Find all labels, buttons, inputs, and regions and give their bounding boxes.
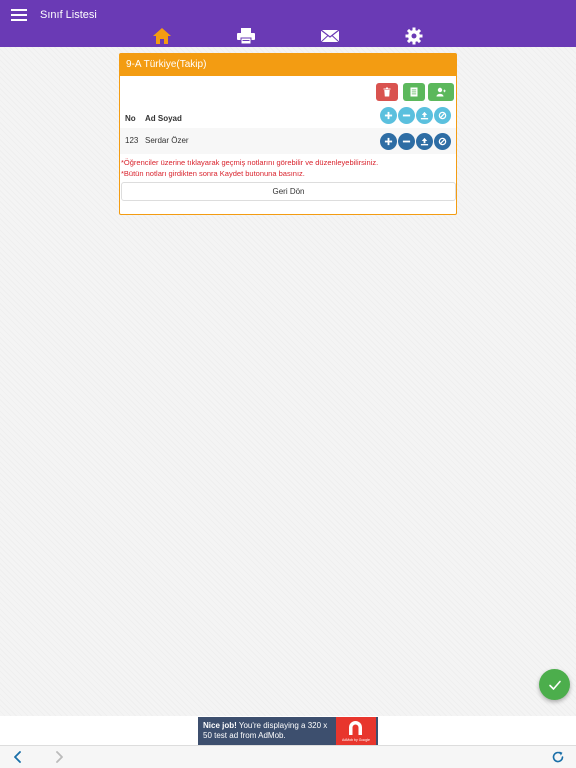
bulk-upload-button[interactable] <box>416 107 433 124</box>
check-icon <box>548 680 561 690</box>
back-nav-button[interactable] <box>11 750 25 764</box>
table-row[interactable]: 123 Serdar Özer <box>120 128 456 154</box>
settings-icon[interactable] <box>404 27 424 45</box>
app-title: Sınıf Listesi <box>40 9 97 21</box>
forward-nav-button[interactable] <box>52 750 66 764</box>
ad-headline: Nice job! <box>203 721 237 730</box>
card-title: 9-A Türkiye(Takip) <box>120 54 456 76</box>
row-upload-button[interactable] <box>416 133 433 150</box>
class-card: 9-A Türkiye(Takip) No Ad Soyad 123 Serda… <box>119 53 457 215</box>
student-number: 123 <box>125 136 139 145</box>
column-header-name: Ad Soyad <box>145 114 182 123</box>
bulk-minus-button[interactable] <box>398 107 415 124</box>
admob-icon <box>349 721 362 735</box>
reload-icon <box>552 751 564 763</box>
home-icon[interactable] <box>152 27 172 45</box>
admob-logo: AdMob by Google <box>336 717 376 745</box>
bulk-ban-button[interactable] <box>434 107 451 124</box>
upload-icon <box>420 111 429 120</box>
upload-icon <box>420 137 429 146</box>
chevron-left-icon <box>14 751 21 763</box>
mail-icon[interactable] <box>320 27 340 45</box>
ad-bar: Nice job! You're displaying a 320 x 50 t… <box>0 716 576 745</box>
ad-banner[interactable]: Nice job! You're displaying a 320 x 50 t… <box>198 717 378 745</box>
row-ban-button[interactable] <box>434 133 451 150</box>
save-fab-button[interactable] <box>539 669 570 700</box>
plus-icon <box>384 137 393 146</box>
delete-button[interactable] <box>376 83 398 101</box>
browser-toolbar <box>0 745 576 768</box>
app-header: Sınıf Listesi <box>0 0 576 47</box>
minus-icon <box>402 114 411 117</box>
admob-logo-text: AdMob by Google <box>341 738 371 742</box>
list-button[interactable] <box>403 83 425 101</box>
student-name: Serdar Özer <box>145 136 189 145</box>
delete-icon <box>383 87 391 97</box>
info-note: *Bütün notları girdikten sonra Kaydet bu… <box>121 169 305 178</box>
add-user-icon <box>436 87 446 97</box>
info-note: *Öğrenciler üzerine tıklayarak geçmiş no… <box>121 158 379 167</box>
row-plus-button[interactable] <box>380 133 397 150</box>
plus-icon <box>384 111 393 120</box>
minus-icon <box>402 140 411 143</box>
hamburger-menu-icon[interactable] <box>11 9 27 21</box>
chevron-right-icon <box>56 751 63 763</box>
list-icon <box>410 87 418 97</box>
print-icon[interactable] <box>236 27 256 45</box>
reload-button[interactable] <box>551 750 565 764</box>
column-header-no: No <box>125 114 136 123</box>
back-button[interactable]: Geri Dön <box>121 182 456 201</box>
row-minus-button[interactable] <box>398 133 415 150</box>
ban-icon <box>438 137 447 146</box>
add-user-button[interactable] <box>428 83 454 101</box>
ban-icon <box>438 111 447 120</box>
ad-text: Nice job! You're displaying a 320 x 50 t… <box>203 721 335 741</box>
bulk-plus-button[interactable] <box>380 107 397 124</box>
